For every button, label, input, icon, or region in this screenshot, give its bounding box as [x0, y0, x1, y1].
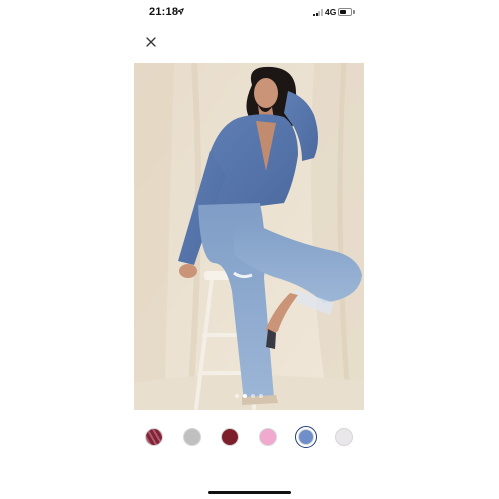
- swatch-color: [259, 428, 277, 446]
- swatch-color: [298, 429, 314, 445]
- swatch-blue[interactable]: [295, 426, 317, 448]
- location-arrow-icon: [177, 8, 184, 15]
- swatch-maroon[interactable]: [219, 426, 241, 448]
- swatch-color: [145, 428, 163, 446]
- swatch-color: [221, 428, 239, 446]
- swatch-color: [183, 428, 201, 446]
- carousel-dot[interactable]: [259, 394, 263, 398]
- color-swatch-list: [143, 426, 357, 450]
- status-time: 21:18: [149, 6, 179, 18]
- network-type: 4G: [325, 7, 337, 17]
- close-icon: [146, 37, 156, 47]
- carousel-dot[interactable]: [251, 394, 255, 398]
- status-bar: 21:18 4G: [0, 0, 499, 26]
- battery-icon: [338, 8, 352, 16]
- swatch-pink[interactable]: [257, 426, 279, 448]
- carousel-indicator: [134, 394, 364, 398]
- carousel-dot[interactable]: [235, 394, 239, 398]
- product-photo-illustration: [134, 63, 364, 410]
- close-button[interactable]: [143, 34, 159, 50]
- swatch-grey[interactable]: [181, 426, 203, 448]
- swatch-color: [335, 428, 353, 446]
- home-indicator[interactable]: [208, 491, 291, 494]
- product-image[interactable]: [134, 63, 364, 410]
- cellular-signal-icon: [313, 9, 323, 16]
- carousel-dot[interactable]: [243, 394, 247, 398]
- swatch-burgundy-stripe[interactable]: [143, 426, 165, 448]
- swatch-light-grey[interactable]: [333, 426, 355, 448]
